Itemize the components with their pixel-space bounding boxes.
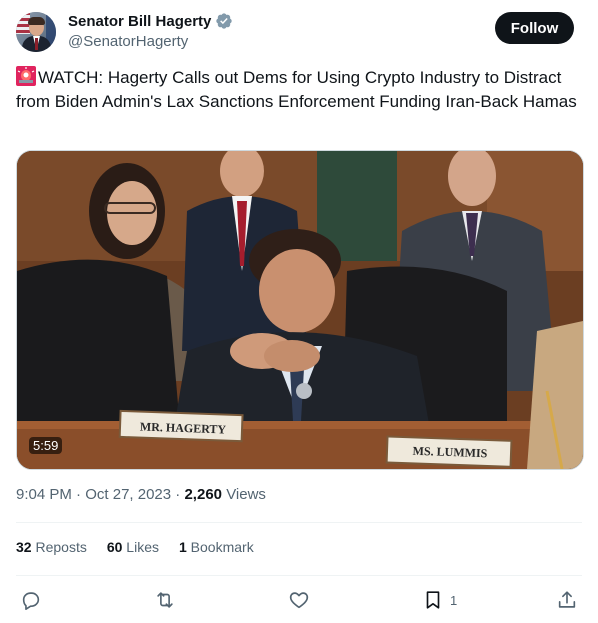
reply-icon	[22, 592, 40, 610]
bookmark-icon	[426, 591, 440, 609]
bookmark-count: 1	[450, 592, 458, 608]
tweet-date[interactable]: Oct 27, 2023	[85, 486, 171, 503]
likes-label: Likes	[126, 539, 159, 555]
author-name-row[interactable]: Senator Bill Hagerty	[68, 12, 233, 30]
author-handle[interactable]: @SenatorHagerty	[68, 33, 188, 50]
tweet-time[interactable]: 9:04 PM	[16, 486, 72, 503]
bookmarks-count: 1	[178, 539, 187, 555]
like-button[interactable]	[288, 588, 310, 612]
share-button[interactable]	[556, 588, 578, 612]
bookmarks-label: Bookmark	[190, 539, 254, 555]
verified-badge-icon	[216, 13, 233, 29]
video-duration: 5:59	[29, 437, 63, 454]
divider	[16, 575, 582, 576]
reposts-stat[interactable]: 32 Reposts	[16, 539, 87, 555]
video-thumbnail	[17, 151, 583, 469]
repost-button[interactable]	[154, 588, 176, 612]
avatar[interactable]	[16, 12, 56, 52]
follow-button[interactable]: Follow	[495, 12, 574, 44]
action-bar: 1	[16, 588, 582, 612]
author-display-name[interactable]: Senator Bill Hagerty	[68, 13, 211, 30]
tweet-card: Senator Bill Hagerty @SenatorHagerty Fol…	[0, 0, 598, 623]
divider	[16, 522, 582, 523]
likes-stat[interactable]: 60 Likes	[107, 539, 159, 555]
reposts-label: Reposts	[35, 539, 87, 555]
engagement-stats: 32 Reposts 60 Likes 1 Bookmark	[16, 539, 254, 555]
views-count: 2,260	[184, 486, 223, 503]
siren-emoji-icon	[16, 66, 36, 86]
video-player[interactable]: MR. HAGERTY MS. LUMMIS 5:59	[16, 150, 584, 470]
tweet-meta: 9:04 PM · Oct 27, 2023 · 2,260 Views	[16, 486, 266, 503]
share-icon	[558, 591, 576, 608]
bookmarks-stat[interactable]: 1 Bookmark	[179, 539, 254, 555]
reply-button[interactable]	[20, 588, 42, 612]
reposts-count: 32	[16, 539, 32, 555]
tweet-text: WATCH: Hagerty Calls out Dems for Using …	[16, 66, 582, 114]
tweet-body: WATCH: Hagerty Calls out Dems for Using …	[16, 68, 577, 111]
repost-icon	[157, 592, 173, 608]
views-label: Views	[226, 486, 266, 503]
heart-icon	[289, 592, 309, 609]
likes-count: 60	[106, 539, 123, 555]
meta-separator: ·	[76, 486, 86, 503]
bookmark-button[interactable]: 1	[422, 588, 457, 612]
